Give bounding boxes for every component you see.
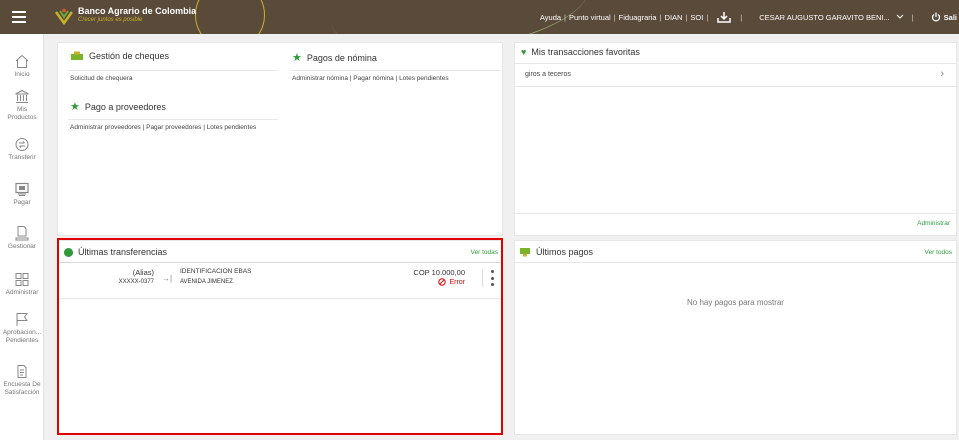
proveedores-section-title: ★ Pago a proveedores: [70, 100, 166, 113]
chevron-down-icon[interactable]: [896, 14, 904, 20]
user-menu[interactable]: CESAR AUGUSTO GARAVITO BENI...: [759, 13, 889, 22]
divider: [515, 213, 956, 214]
bank-logo-icon: [55, 8, 73, 26]
payments-see-all[interactable]: Ver todos: [925, 249, 952, 256]
divider: [68, 70, 278, 71]
pay-icon: [15, 182, 29, 196]
highlight-frame: [57, 238, 503, 435]
bank-name: Banco Agrario de Colombia: [78, 6, 197, 16]
payments-title: Últimos pagos: [536, 247, 594, 257]
sidebar-item-label: Inicio: [14, 71, 30, 78]
logout-label: Sali: [943, 12, 957, 22]
survey-icon: [17, 365, 27, 378]
sidebar-item-label: Pagar: [13, 199, 31, 206]
chevron-right-icon: ›: [940, 68, 944, 80]
download-icon[interactable]: [717, 11, 732, 23]
favorites-card: ♥ Mis transacciones favoritas giros a te…: [514, 42, 957, 236]
sidebar-item-label: Transferir: [8, 154, 36, 161]
sidebar-item-pagar[interactable]: Pagar: [0, 182, 44, 207]
sidebar-item-label: Aprobacion... Pendientes: [2, 329, 42, 344]
divider: [515, 86, 956, 87]
bank-tagline: Crecer juntos es posible: [78, 17, 143, 23]
cheques-section-title: Gestión de cheques: [70, 51, 169, 61]
sidebar-item-aprobaciones[interactable]: Aprobacion... Pendientes: [0, 312, 44, 345]
payments-empty-message: No hay pagos para mostrar: [687, 298, 784, 307]
sidebar-item-label: Mis Productos: [7, 106, 37, 121]
link-soi[interactable]: SOI: [690, 13, 703, 22]
decorative-curve: [195, 0, 265, 34]
link-fiduagraria[interactable]: Fiduagraria: [619, 13, 657, 22]
flag-icon: [16, 313, 28, 326]
bank-icon: [15, 89, 29, 103]
logout-button[interactable]: Sali: [931, 12, 957, 22]
payments-header: Últimos pagos: [519, 247, 593, 257]
divider: [515, 262, 956, 263]
sidebar-item-administrar[interactable]: Administrar: [0, 272, 44, 297]
cheques-links[interactable]: Solicitud de chequera: [70, 75, 133, 82]
nomina-links[interactable]: Administrar nómina | Pagar nómina | Lote…: [292, 75, 449, 82]
cheques-title: Gestión de cheques: [89, 51, 170, 61]
manage-icon: [15, 226, 29, 241]
link-punto-virtual[interactable]: Punto virtual: [569, 13, 611, 22]
nomina-title: Pagos de nómina: [306, 52, 377, 63]
nomina-section-title: ★ Pagos de nómina: [292, 51, 377, 64]
favorites-title: Mis transacciones favoritas: [531, 47, 640, 57]
star-icon: ★: [292, 52, 302, 64]
sidebar-item-encuesta[interactable]: Encuesta De Satisfacción: [0, 364, 44, 397]
favorite-item-label: giros a teceros: [525, 71, 571, 78]
admin-grid-icon: [15, 273, 29, 286]
sidebar-item-mis-productos[interactable]: Mis Productos: [0, 89, 44, 122]
power-icon: [931, 12, 940, 22]
home-icon: [15, 54, 29, 68]
sidebar-item-label: Gestionar: [7, 243, 37, 250]
proveedores-links[interactable]: Administrar proveedores | Pagar proveedo…: [70, 124, 256, 131]
favorites-admin-link[interactable]: Administrar: [917, 220, 950, 227]
sidebar: Inicio Mis Productos Transferir Pagar Ge…: [0, 34, 44, 440]
transfer-icon: [15, 138, 29, 151]
menu-icon[interactable]: [12, 11, 26, 23]
star-icon: ★: [70, 101, 80, 113]
divider: [290, 70, 500, 71]
sidebar-item-label: Encuesta De Satisfacción: [3, 381, 41, 396]
favorite-item[interactable]: giros a teceros ›: [515, 64, 956, 86]
divider: [68, 119, 278, 120]
checkbook-icon: [71, 51, 83, 60]
link-ayuda[interactable]: Ayuda: [540, 13, 561, 22]
sidebar-item-label: Administrar: [5, 289, 39, 296]
heart-icon: ♥: [521, 47, 527, 57]
shortcuts-card: Gestión de cheques Solicitud de chequera…: [57, 42, 503, 236]
proveedores-title: Pago a proveedores: [84, 101, 166, 112]
link-dian[interactable]: DIAN: [665, 13, 683, 22]
sidebar-item-gestionar[interactable]: Gestionar: [0, 225, 44, 251]
sidebar-item-transferir[interactable]: Transferir: [0, 137, 44, 162]
header-links: Ayuda | Punto virtual | Fiduagraria | DIAN |…: [539, 11, 957, 23]
sidebar-item-inicio[interactable]: Inicio: [0, 54, 44, 79]
favorites-header: ♥ Mis transacciones favoritas: [521, 47, 640, 57]
payment-icon: [520, 248, 530, 257]
payments-card: Últimos pagos Ver todos No hay pagos par…: [514, 240, 957, 435]
top-bar: Banco Agrario de Colombia Crecer juntos …: [0, 0, 959, 34]
